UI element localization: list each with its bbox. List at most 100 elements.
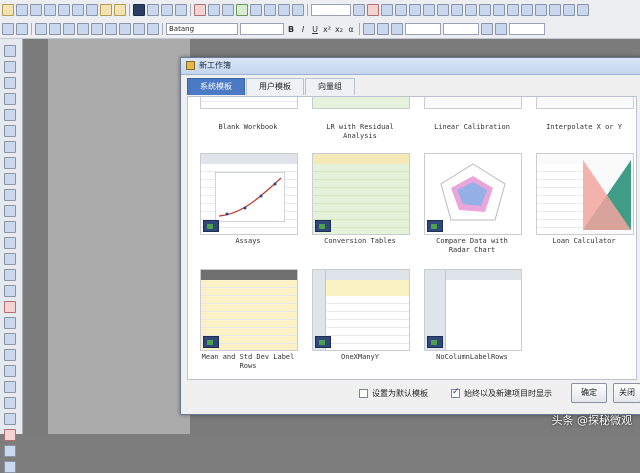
draw-data-icon[interactable] bbox=[4, 141, 16, 153]
peak-icon[interactable] bbox=[563, 4, 575, 16]
zoom-out-tool-icon[interactable] bbox=[4, 77, 16, 89]
print-icon[interactable] bbox=[194, 4, 206, 16]
new-notes-icon[interactable] bbox=[72, 4, 84, 16]
mask-tool-icon[interactable] bbox=[4, 173, 16, 185]
open-icon[interactable] bbox=[100, 4, 112, 16]
new-matrix-icon[interactable] bbox=[44, 4, 56, 16]
extract-icon[interactable] bbox=[507, 4, 519, 16]
new-project-icon[interactable] bbox=[2, 4, 14, 16]
close-button[interactable]: 关闭 bbox=[613, 383, 640, 403]
save-template-icon[interactable] bbox=[147, 4, 159, 16]
signal-icon[interactable] bbox=[549, 4, 561, 16]
line-style-combo[interactable] bbox=[443, 23, 479, 35]
insert-table-icon[interactable] bbox=[4, 317, 16, 329]
save-icon[interactable] bbox=[133, 4, 145, 16]
import-wizard-icon[interactable] bbox=[175, 4, 187, 16]
line-tool-icon[interactable] bbox=[4, 237, 16, 249]
set-error-icon[interactable] bbox=[105, 23, 117, 35]
subscript-icon[interactable]: x₂ bbox=[334, 25, 344, 34]
fill-color-icon[interactable] bbox=[377, 23, 389, 35]
layer-manager-icon[interactable] bbox=[4, 445, 16, 457]
zoom-in-icon[interactable] bbox=[353, 4, 365, 16]
sort-icon[interactable] bbox=[147, 23, 159, 35]
refresh-icon[interactable] bbox=[208, 4, 220, 16]
region-selector-icon[interactable] bbox=[4, 157, 16, 169]
bold-icon[interactable]: B bbox=[286, 25, 296, 34]
data-selector-icon[interactable] bbox=[4, 125, 16, 137]
scale-bar-icon[interactable] bbox=[437, 4, 449, 16]
font-name-combo[interactable]: Batang bbox=[166, 23, 238, 35]
screen-reader-icon[interactable] bbox=[4, 93, 16, 105]
copy-format-icon[interactable] bbox=[16, 23, 28, 35]
always-show-option[interactable]: 始终以及新建项目时显示 bbox=[451, 387, 552, 399]
layer-manage-icon[interactable] bbox=[465, 4, 477, 16]
text-tool-icon[interactable] bbox=[4, 189, 16, 201]
insert-equation-icon[interactable] bbox=[4, 333, 16, 345]
align-icon[interactable] bbox=[4, 397, 16, 409]
set-default-checkbox[interactable] bbox=[359, 389, 368, 398]
font-size-combo[interactable] bbox=[240, 23, 284, 35]
import-icon[interactable] bbox=[161, 4, 173, 16]
add-column-icon[interactable] bbox=[35, 23, 47, 35]
zoom-combo[interactable] bbox=[311, 4, 351, 16]
tab-system-templates[interactable]: 系统模板 bbox=[187, 78, 245, 95]
graph-icon[interactable] bbox=[367, 4, 379, 16]
group-icon[interactable] bbox=[4, 413, 16, 425]
results-log-icon[interactable] bbox=[264, 4, 276, 16]
pointer-icon[interactable] bbox=[2, 23, 14, 35]
dialog-title-bar[interactable]: 新工作簿 bbox=[181, 58, 640, 75]
object-manager-icon[interactable] bbox=[4, 461, 16, 473]
line-width-combo[interactable] bbox=[405, 23, 441, 35]
italic-icon[interactable]: I bbox=[298, 25, 308, 34]
zoom-tool-icon[interactable] bbox=[4, 61, 16, 73]
apps-icon[interactable] bbox=[577, 4, 589, 16]
curved-arrow-icon[interactable] bbox=[4, 221, 16, 233]
pattern-icon[interactable] bbox=[481, 23, 493, 35]
statistics-icon[interactable] bbox=[535, 4, 547, 16]
rotate-icon[interactable] bbox=[4, 381, 16, 393]
ok-button[interactable]: 确定 bbox=[571, 383, 607, 403]
region-tool-icon[interactable] bbox=[4, 269, 16, 281]
tab-vectors[interactable]: 向量组 bbox=[305, 78, 355, 95]
table-icon[interactable] bbox=[479, 4, 491, 16]
new-graph-icon[interactable] bbox=[30, 4, 42, 16]
set-label-icon[interactable] bbox=[119, 23, 131, 35]
command-window-icon[interactable] bbox=[278, 4, 290, 16]
set-x-icon[interactable] bbox=[63, 23, 75, 35]
fit-icon[interactable] bbox=[521, 4, 533, 16]
merge-icon[interactable] bbox=[493, 4, 505, 16]
insert-image-icon[interactable] bbox=[4, 349, 16, 361]
rescale-icon[interactable] bbox=[395, 4, 407, 16]
lock-icon[interactable] bbox=[4, 365, 16, 377]
insert-graph-icon[interactable] bbox=[4, 301, 16, 313]
open-template-icon[interactable] bbox=[114, 4, 126, 16]
line-color-icon[interactable] bbox=[391, 23, 403, 35]
freehand-tool-icon[interactable] bbox=[4, 285, 16, 297]
layer-icon[interactable] bbox=[381, 4, 393, 16]
new-worksheet-icon[interactable] bbox=[16, 4, 28, 16]
duplicate-icon[interactable] bbox=[222, 4, 234, 16]
greek-icon[interactable]: α bbox=[346, 25, 356, 34]
project-explorer-icon[interactable] bbox=[250, 4, 262, 16]
record-icon[interactable] bbox=[4, 429, 16, 441]
set-default-option[interactable]: 设置为默认模板 bbox=[359, 388, 428, 399]
pointer-tool-icon[interactable] bbox=[4, 45, 16, 57]
set-xy-icon[interactable] bbox=[49, 23, 61, 35]
arrow-tool-icon[interactable] bbox=[4, 205, 16, 217]
symbol-size-combo[interactable] bbox=[509, 23, 545, 35]
symbol-icon[interactable] bbox=[495, 23, 507, 35]
font-color-icon[interactable] bbox=[363, 23, 375, 35]
superscript-icon[interactable]: x² bbox=[322, 25, 332, 34]
rectangle-tool-icon[interactable] bbox=[4, 253, 16, 265]
set-z-icon[interactable] bbox=[91, 23, 103, 35]
set-y-icon[interactable] bbox=[77, 23, 89, 35]
add-graph-icon[interactable] bbox=[292, 4, 304, 16]
color-scale-icon[interactable] bbox=[423, 4, 435, 16]
always-show-checkbox[interactable] bbox=[451, 387, 460, 398]
new-excel-icon[interactable] bbox=[58, 4, 70, 16]
set-disregard-icon[interactable] bbox=[133, 23, 145, 35]
tab-user-templates[interactable]: 用户模板 bbox=[246, 78, 304, 95]
date-time-icon[interactable] bbox=[451, 4, 463, 16]
new-layout-icon[interactable] bbox=[86, 4, 98, 16]
data-reader-icon[interactable] bbox=[4, 109, 16, 121]
